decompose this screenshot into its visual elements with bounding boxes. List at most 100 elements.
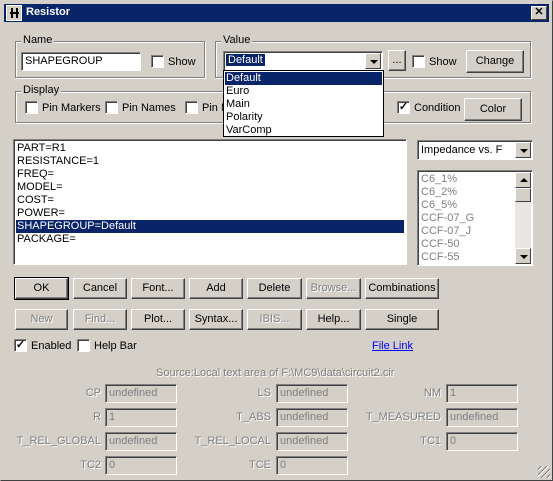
param-nm-field[interactable]: 1 (446, 384, 518, 403)
param-t-measured-field[interactable]: undefined (446, 408, 518, 427)
source-text: Source:Local text area of F:\MC9\data\ci… (156, 367, 395, 379)
model-item[interactable]: CCF-55 (420, 251, 460, 264)
param-r-field[interactable]: 1 (105, 408, 177, 427)
close-icon: ✕ (534, 6, 544, 18)
font-button[interactable]: Font... (131, 278, 185, 299)
scroll-up-button[interactable] (515, 172, 531, 188)
enabled-label: Enabled (31, 340, 72, 352)
plot-button[interactable]: Plot... (131, 309, 185, 330)
ok-button[interactable]: OK (14, 277, 69, 300)
display-group-label: Display (21, 84, 62, 96)
value-option[interactable]: Default (225, 72, 382, 85)
add-button[interactable]: Add (189, 278, 243, 299)
chevron-down-icon (520, 149, 528, 153)
model-item[interactable]: C6_1% (420, 173, 457, 186)
name-group-label: Name (21, 34, 55, 46)
param-t-abs-field[interactable]: undefined (276, 408, 348, 427)
param-ls-label: LS (257, 387, 271, 399)
attribute-item[interactable]: COST= (16, 194, 404, 207)
param-tc1-field[interactable]: 0 (446, 432, 518, 451)
plot-type-select[interactable]: Impedance vs. F (417, 140, 533, 160)
pin-numbers-checkbox[interactable] (185, 101, 198, 114)
value-option[interactable]: VarComp (225, 124, 382, 137)
attribute-list[interactable]: PART=R1 RESISTANCE=1 FREQ= MODEL= COST= … (13, 139, 407, 265)
chevron-up-icon (520, 178, 528, 182)
find-button[interactable]: Find... (73, 309, 127, 330)
plot-dropdown-button[interactable] (515, 142, 531, 158)
name-show-label: Show (168, 56, 196, 68)
attribute-item[interactable]: POWER= (16, 207, 404, 220)
help-button[interactable]: Help... (306, 309, 361, 330)
title-bar[interactable]: Resistor ✕ (4, 4, 549, 22)
scroll-thumb[interactable] (515, 188, 531, 202)
pin-names-label: Pin Names (122, 102, 176, 114)
value-browse-button[interactable]: ... (388, 50, 406, 71)
param-tce-field[interactable]: 0 (276, 456, 348, 475)
model-item[interactable]: CCF-07_J (420, 225, 471, 238)
syntax-button[interactable]: Syntax... (189, 309, 243, 330)
single-button[interactable]: Single (365, 309, 439, 330)
scroll-down-button[interactable] (515, 248, 531, 264)
param-ls-field[interactable]: undefined (276, 384, 348, 403)
attribute-item[interactable]: MODEL= (16, 181, 404, 194)
param-tc2-label: TC2 (80, 459, 101, 471)
param-t-rel-local-label: T_REL_LOCAL (194, 435, 271, 447)
model-list[interactable]: C6_1% C6_2% C6_5% CCF-07_G CCF-07_J CCF-… (417, 170, 533, 266)
name-show-checkbox[interactable] (151, 55, 164, 68)
model-scrollbar[interactable] (515, 172, 531, 264)
value-option[interactable]: Polarity (225, 111, 382, 124)
param-t-rel-global-label: T_REL_GLOBAL (16, 435, 101, 447)
window-title: Resistor (26, 6, 71, 18)
new-button[interactable]: New (15, 309, 68, 330)
resistor-dialog: Resistor ✕ Name SHAPEGROUP Show Value De… (0, 0, 553, 481)
cancel-button[interactable]: Cancel (73, 278, 127, 299)
param-r-label: R (93, 411, 101, 423)
value-select-text: Default (225, 53, 266, 67)
attribute-item[interactable]: FREQ= (16, 168, 404, 181)
value-show-label: Show (429, 56, 457, 68)
enabled-checkbox[interactable]: ✓ (14, 339, 27, 352)
resistor-app-icon (6, 5, 22, 21)
condition-label: Condition (414, 102, 461, 114)
pin-markers-checkbox[interactable] (25, 101, 38, 114)
param-tc1-label: TC1 (420, 435, 441, 447)
condition-checkbox[interactable]: ✓ (397, 101, 410, 114)
change-button[interactable]: Change (466, 50, 524, 73)
param-t-rel-local-field[interactable]: undefined (276, 432, 348, 451)
value-dropdown-list: Default Euro Main Polarity VarComp (223, 70, 384, 137)
model-item[interactable]: CCF-07_G (420, 212, 474, 225)
param-cp-field[interactable]: undefined (105, 384, 177, 403)
attribute-item[interactable]: PART=R1 (16, 142, 404, 155)
help-bar-label: Help Bar (94, 340, 137, 352)
attribute-item[interactable]: RESISTANCE=1 (16, 155, 404, 168)
param-t-measured-label: T_MEASURED (365, 411, 441, 423)
param-cp-label: CP (85, 387, 101, 399)
attribute-item[interactable]: PACKAGE= (16, 233, 404, 246)
browse-button[interactable]: Browse... (306, 278, 361, 299)
param-tc2-field[interactable]: 0 (105, 456, 177, 475)
value-option[interactable]: Main (225, 98, 382, 111)
delete-button[interactable]: Delete (247, 278, 302, 299)
model-item[interactable]: C6_2% (420, 186, 457, 199)
value-option[interactable]: Euro (225, 85, 382, 98)
attribute-item-selected[interactable]: SHAPEGROUP=Default (16, 220, 404, 233)
name-field[interactable]: SHAPEGROUP (21, 52, 141, 71)
help-bar-checkbox[interactable] (77, 339, 90, 352)
ibis-button[interactable]: IBIS... (247, 309, 302, 330)
param-t-rel-global-field[interactable]: undefined (105, 432, 177, 451)
chevron-down-icon (370, 60, 378, 64)
pin-names-checkbox[interactable] (105, 101, 118, 114)
param-nm-label: NM (423, 387, 441, 399)
model-item[interactable]: C6_5% (420, 199, 457, 212)
value-dropdown-button[interactable] (365, 53, 381, 69)
value-group-label: Value (221, 34, 253, 46)
model-item[interactable]: CCF-50 (420, 238, 460, 251)
resize-grip-icon[interactable] (538, 466, 550, 478)
param-t-abs-label: T_ABS (236, 411, 271, 423)
file-link[interactable]: File Link (372, 340, 413, 352)
combinations-button[interactable]: Combinations (365, 278, 439, 299)
color-button[interactable]: Color (464, 98, 522, 121)
value-select[interactable]: Default (223, 51, 383, 71)
close-button[interactable]: ✕ (531, 6, 547, 20)
value-show-checkbox[interactable] (412, 55, 425, 68)
